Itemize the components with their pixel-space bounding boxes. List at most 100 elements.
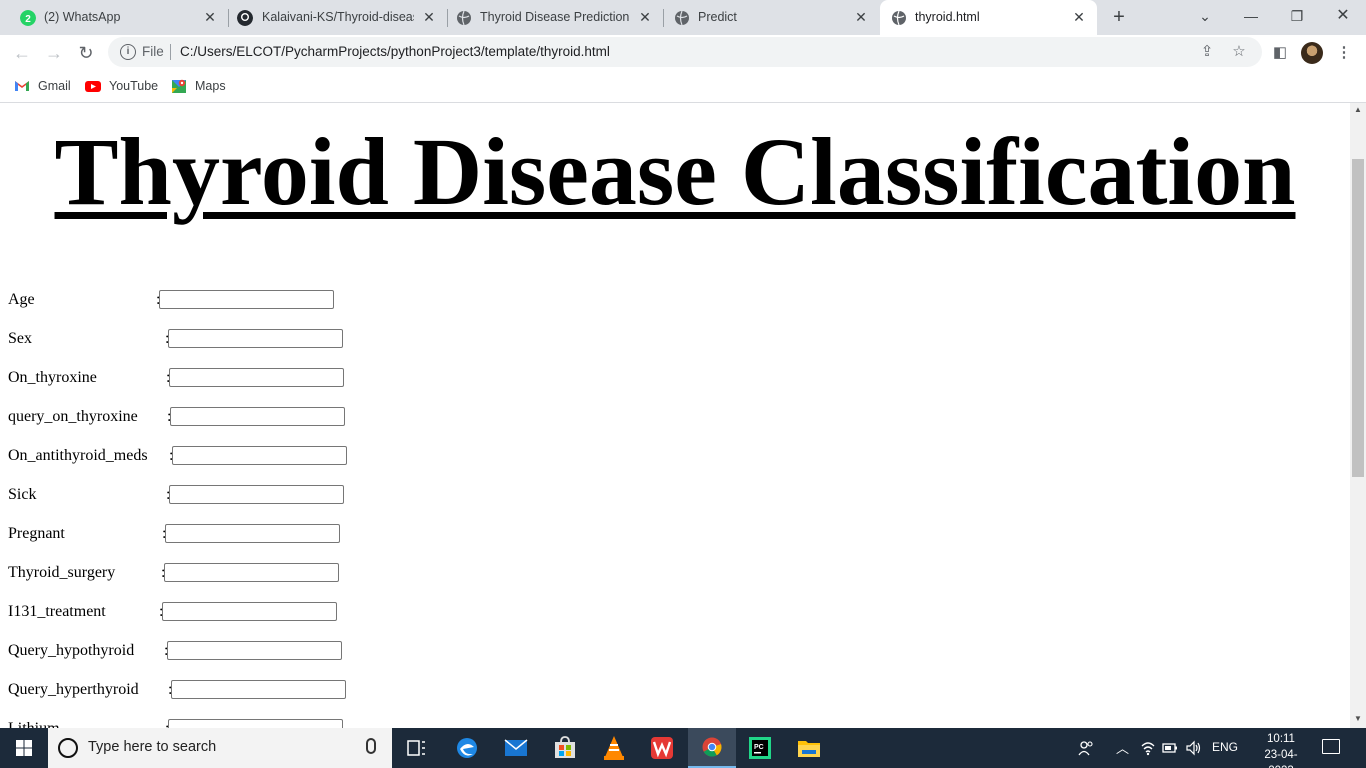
bookmark-youtube[interactable]: YouTube [85,76,158,96]
page-viewport: Thyroid Disease Classification Age: Sex: O… [0,103,1350,728]
share-icon[interactable]: ⇪ [1198,43,1216,61]
svg-text:2: 2 [25,14,31,25]
side-panel-icon[interactable]: ◧ [1270,43,1290,63]
avatar[interactable] [1301,42,1323,64]
youtube-icon [85,81,101,92]
field-label: I131_treatment [8,603,106,620]
url-text[interactable]: C:/Users/ELCOT/PycharmProjects/pythonPro… [180,44,610,59]
tab-thyroid-html[interactable]: thyroid.html ✕ [880,0,1097,35]
close-icon[interactable]: ✕ [1071,9,1087,25]
info-icon[interactable]: i [120,44,136,60]
address-bar[interactable]: i File C:/Users/ELCOT/PycharmProjects/py… [108,37,1262,67]
field-input[interactable] [169,368,344,387]
chrome-icon[interactable] [688,728,736,768]
field-input[interactable] [168,719,343,728]
field-input[interactable] [171,680,346,699]
edge-icon[interactable] [443,728,491,768]
language-indicator[interactable]: ENG [1212,740,1238,754]
field-label: Sex [8,330,32,347]
taskbar-clock[interactable]: 10:11 23-04-2023 [1258,731,1304,768]
back-button[interactable]: ← [10,41,34,65]
bookmark-maps[interactable]: Maps [171,76,226,96]
field-label: On_antithyroid_meds [8,447,148,464]
url-divider [170,44,171,60]
form-row: Sick: [8,485,368,507]
form-row: Query_hypothyroid: [8,641,368,663]
github-icon [237,10,253,26]
wps-office-icon[interactable] [638,728,686,768]
form-row: Lithium: [8,719,368,728]
vlc-icon[interactable] [590,728,638,768]
maps-icon [172,79,186,93]
notifications-icon[interactable] [1322,739,1340,754]
field-label: query_on_thyroxine [8,408,138,425]
field-input[interactable] [159,290,334,309]
volume-icon[interactable] [1185,740,1203,756]
file-explorer-icon[interactable] [785,728,833,768]
windows-taskbar: Type here to search PC ︿ ENG 10:11 23-04… [0,728,1366,768]
bookmark-gmail[interactable]: Gmail [14,76,71,96]
form-row: query_on_thyroxine: [8,407,368,429]
field-label: Thyroid_surgery [8,564,116,581]
form-row: On_antithyroid_meds: [8,446,368,468]
field-input[interactable] [162,602,337,621]
close-icon[interactable]: ✕ [853,9,869,25]
task-view-icon[interactable] [392,728,440,768]
reload-button[interactable]: ↻ [74,41,98,65]
close-icon[interactable]: ✕ [421,9,437,25]
page-scrollbar[interactable]: ▲ ▼ [1350,103,1366,728]
close-icon[interactable]: ✕ [637,9,653,25]
field-input[interactable] [165,524,340,543]
tab-title: thyroid.html [915,10,980,24]
field-input[interactable] [172,446,347,465]
field-label: Query_hypothyroid [8,642,135,659]
close-icon[interactable]: ✕ [202,9,218,25]
tab-whatsapp[interactable]: 2 (2) WhatsApp ✕ [8,0,228,35]
clock-time: 10:11 [1267,733,1295,745]
field-label: On_thyroxine [8,369,97,386]
bookmark-label: Maps [195,79,226,93]
field-input[interactable] [168,329,343,348]
browser-toolbar: ← → ↻ i File C:/Users/ELCOT/PycharmProje… [0,35,1366,70]
tab-title: (2) WhatsApp [44,10,121,24]
windows-start-icon[interactable] [0,728,48,768]
field-label: Query_hyperthyroid [8,681,139,698]
tab-thyroid-prediction[interactable]: Thyroid Disease Prediction ✕ [448,0,663,35]
tab-github[interactable]: Kalaivani-KS/Thyroid-disease ✕ [229,0,447,35]
people-icon[interactable] [1077,739,1095,757]
svg-text:PC: PC [754,744,764,751]
form-row: On_thyroxine: [8,368,368,390]
field-input[interactable] [167,641,342,660]
search-icon [58,738,78,758]
form-row: Pregnant: [8,524,368,546]
tab-search-chevron-icon[interactable]: ⌄ [1182,0,1228,32]
minimize-button[interactable]: — [1228,0,1274,32]
restore-button[interactable]: ❐ [1274,0,1320,32]
pycharm-icon[interactable]: PC [736,728,784,768]
tab-strip: 2 (2) WhatsApp ✕ Kalaivani-KS/Thyroid-di… [0,0,1366,35]
field-input[interactable] [164,563,339,582]
form-row: Sex: [8,329,368,351]
taskbar-search-box[interactable]: Type here to search [48,728,392,768]
forward-button[interactable]: → [42,41,66,65]
microphone-icon[interactable] [366,738,376,754]
field-input[interactable] [169,485,344,504]
wifi-icon[interactable] [1140,740,1156,756]
search-placeholder: Type here to search [88,739,217,755]
menu-icon[interactable]: ⋮ [1334,43,1354,63]
scroll-up-icon[interactable]: ▲ [1350,103,1366,117]
show-hidden-icons-chevron-icon[interactable]: ︿ [1116,738,1129,757]
store-icon[interactable] [541,728,589,768]
star-icon[interactable]: ☆ [1230,43,1248,61]
tab-title: Predict [698,10,737,24]
close-window-button[interactable]: ✕ [1320,0,1366,32]
field-input[interactable] [170,407,345,426]
field-label: Age [8,291,35,308]
mail-icon[interactable] [492,728,540,768]
scroll-thumb[interactable] [1352,159,1364,477]
field-label: Pregnant [8,525,65,542]
scroll-down-icon[interactable]: ▼ [1350,712,1366,726]
tab-predict[interactable]: Predict ✕ [664,0,879,35]
battery-icon[interactable] [1162,742,1178,754]
new-tab-button[interactable]: + [1108,6,1130,28]
